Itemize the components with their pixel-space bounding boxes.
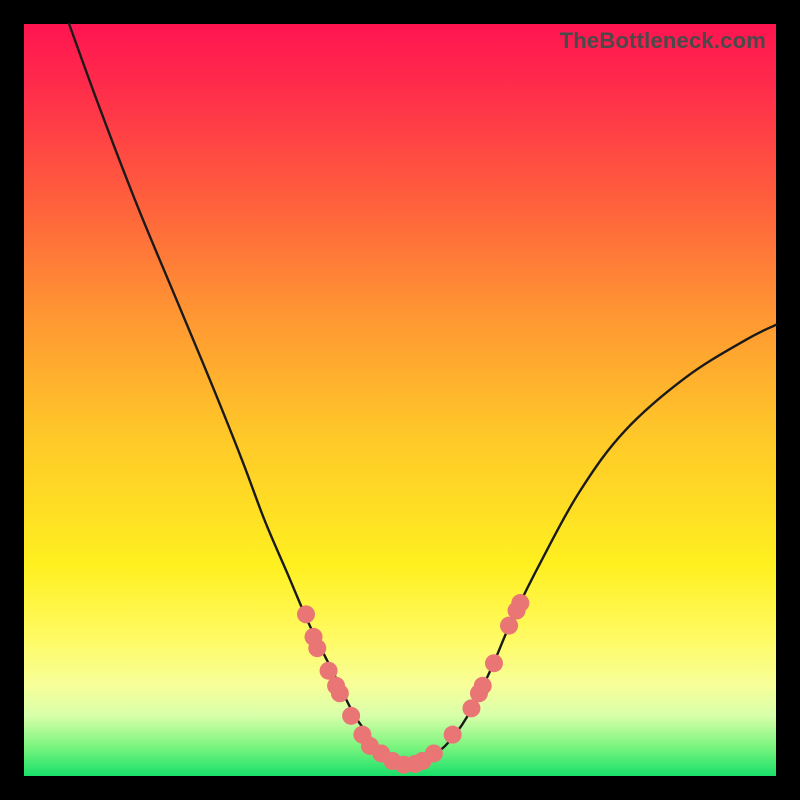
curve-marker bbox=[297, 605, 315, 623]
curve-marker bbox=[444, 726, 462, 744]
curve-markers bbox=[297, 594, 529, 774]
curve-marker bbox=[331, 684, 349, 702]
chart-plot-area: TheBottleneck.com bbox=[24, 24, 776, 776]
curve-marker bbox=[308, 639, 326, 657]
chart-frame: TheBottleneck.com bbox=[24, 24, 776, 776]
curve-marker bbox=[511, 594, 529, 612]
curve-marker bbox=[474, 677, 492, 695]
curve-marker bbox=[425, 744, 443, 762]
bottleneck-curve bbox=[69, 24, 776, 765]
curve-marker bbox=[342, 707, 360, 725]
chart-svg bbox=[24, 24, 776, 776]
curve-marker bbox=[485, 654, 503, 672]
